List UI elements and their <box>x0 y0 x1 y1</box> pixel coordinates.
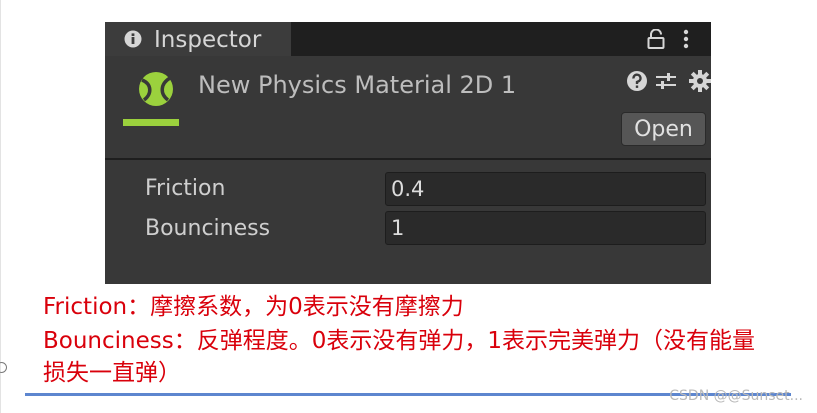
lock-icon[interactable] <box>647 29 665 49</box>
gear-icon[interactable] <box>688 69 712 93</box>
open-button[interactable]: Open <box>621 112 706 146</box>
note-friction: Friction：摩擦系数，为0表示没有摩擦力 <box>43 294 464 320</box>
physics-material-icon <box>139 72 173 106</box>
inspector-panel: Inspector New Physics Material 2D 1 Open… <box>105 22 711 284</box>
asset-accent-bar <box>123 119 179 126</box>
tab-strip: Inspector <box>105 22 711 56</box>
note-bounciness-cont: 损失一直弹） <box>43 360 181 386</box>
asset-name: New Physics Material 2D 1 <box>198 71 517 99</box>
bounciness-field[interactable]: 1 <box>385 211 706 245</box>
friction-label: Friction <box>145 176 226 201</box>
cursor-marker <box>0 362 7 373</box>
friction-field[interactable]: 0.4 <box>385 172 706 206</box>
help-icon[interactable] <box>626 70 648 92</box>
bounciness-label: Bounciness <box>145 216 271 241</box>
tab-label: Inspector <box>154 27 262 53</box>
info-icon <box>124 30 142 48</box>
more-menu-icon[interactable] <box>681 28 691 50</box>
section-divider <box>105 158 711 160</box>
note-bounciness: Bounciness：反弹程度。0表示没有弹力，1表示完美弹力（没有能量 <box>43 328 756 354</box>
page-left-border <box>0 0 1 413</box>
preset-icon[interactable] <box>654 70 678 92</box>
watermark: CSDN @@Sunset... <box>669 388 803 404</box>
tab-inspector[interactable]: Inspector <box>105 22 291 56</box>
